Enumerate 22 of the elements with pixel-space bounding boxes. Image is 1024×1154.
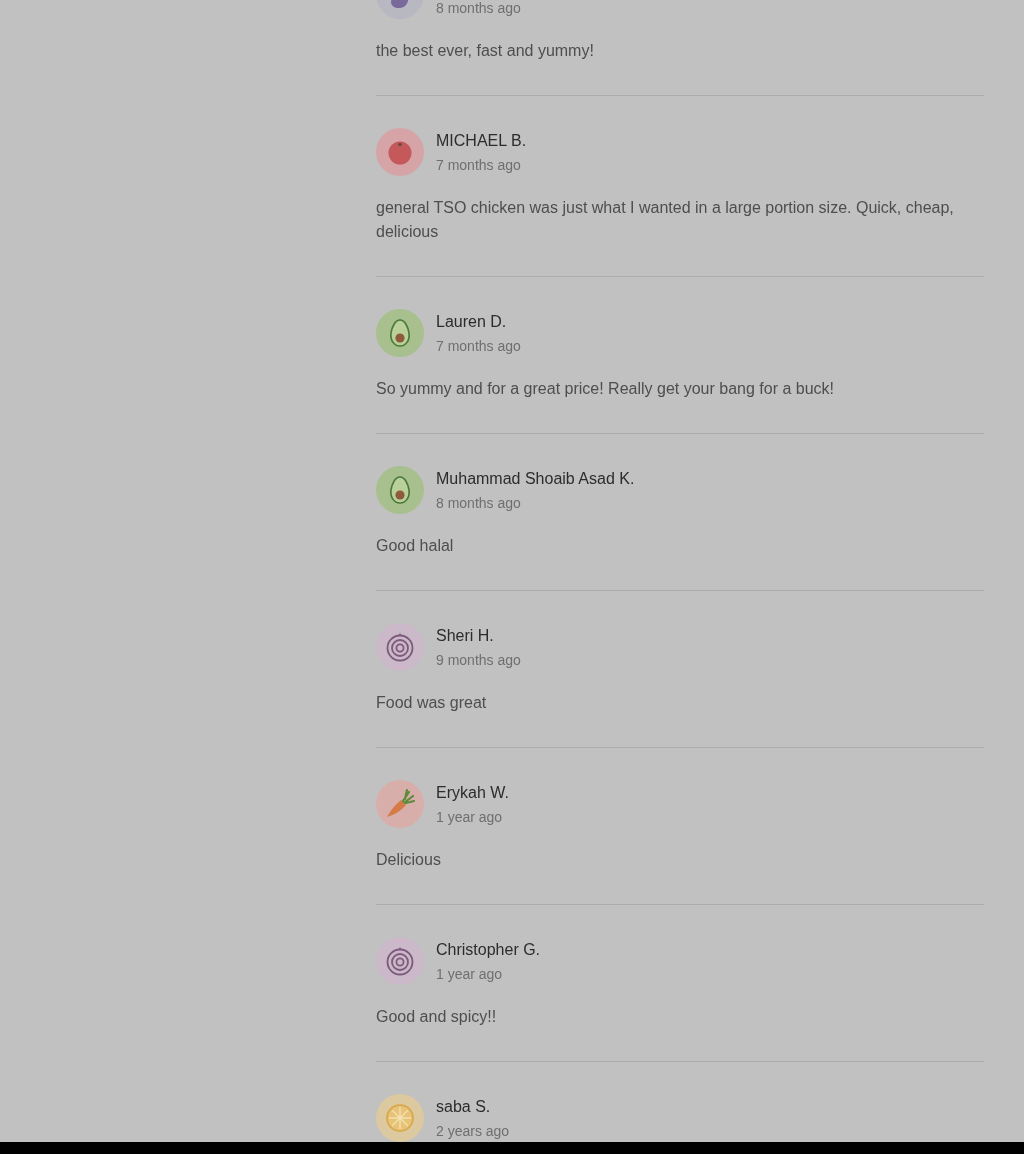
reviewer-name: saba S. (436, 1097, 492, 1117)
review-text: Good and spicy!! (376, 1007, 498, 1027)
review-date: 7 months ago (436, 157, 522, 173)
review-date: 8 months ago (436, 0, 521, 16)
review-text: general TSO chicken was just what I wanted in a large portion size. Quick, cheap, delicious (376, 198, 955, 242)
review-text: Good halal (376, 536, 455, 556)
review-date: 9 months ago (436, 652, 521, 668)
review-date: 1 year ago (436, 809, 504, 825)
review-text: Delicious (376, 850, 442, 870)
review-date: 8 months ago (436, 495, 522, 511)
review-date: 1 year ago (436, 966, 504, 982)
review-date: 2 years ago (436, 1123, 510, 1139)
review-text: Food was great (376, 693, 488, 713)
reviewer-name: Erykah W. (436, 783, 509, 803)
reviewer-name: MICHAEL B. (436, 131, 527, 151)
reviewer-name: Muhammad Shoaib Asad K. (436, 469, 635, 489)
reviewer-name: Lauren D. (436, 312, 508, 332)
review-date: 7 months ago (436, 338, 521, 354)
reviewer-name: Christopher G. (436, 940, 541, 960)
review-text: So yummy and for a great price! Really get your bang for a buck! (376, 379, 835, 399)
reviewer-name: Sheri H. (436, 626, 495, 646)
review-text: the best ever, fast and yummy! (376, 41, 595, 61)
